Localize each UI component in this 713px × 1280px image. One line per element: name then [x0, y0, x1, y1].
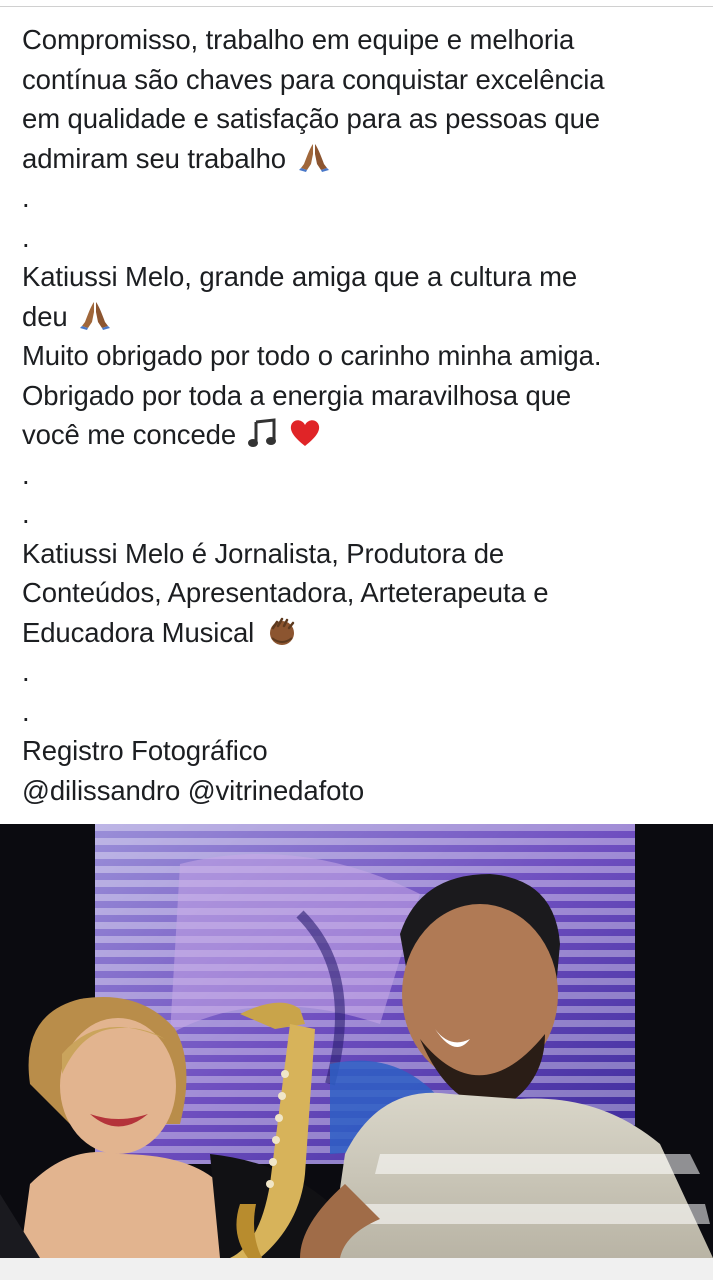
praying-hands-icon: [80, 301, 111, 330]
post-line: em qualidade e satisfação para as pessoa…: [22, 103, 600, 134]
post-line: contínua são chaves para conquistar exce…: [22, 63, 605, 95]
post-line: você me concede: [22, 415, 702, 455]
bottom-bar: [0, 1258, 713, 1280]
praying-hands-icon: [298, 143, 329, 172]
clapping-hands-icon: [269, 617, 294, 645]
red-heart-icon: [291, 420, 320, 446]
post-line: Registro Fotográfico: [22, 735, 268, 766]
music-note-icon: [247, 418, 276, 447]
post-line: .: [22, 182, 30, 213]
post-line: .: [22, 695, 30, 727]
post-photo[interactable]: [0, 824, 713, 1258]
post-line: Conteúdos, Apresentadora, Arteterapeuta …: [22, 577, 549, 608]
post-line: .: [22, 656, 30, 687]
post-line: Educadora Musical: [22, 613, 702, 653]
post-line: admiram seu trabalho: [22, 139, 702, 179]
photo-illustration: [0, 824, 713, 1258]
top-divider: [0, 0, 713, 7]
post-line: Obrigado por toda a energia maravilhosa …: [22, 379, 572, 411]
post-line: deu: [22, 297, 702, 337]
post-line[interactable]: @dilissandro @vitrinedafoto: [22, 771, 702, 811]
post-line: .: [22, 458, 30, 490]
post-line: Compromisso, trabalho em equipe e melhor…: [22, 24, 575, 55]
post-line: Katiussi Melo é Jornalista, Produtora de: [22, 537, 505, 569]
post-line: Katiussi Melo, grande amiga que a cultur…: [22, 261, 578, 292]
post-line: .: [22, 498, 30, 529]
post-line: Muito obrigado por todo o carinho minha …: [22, 340, 602, 371]
post-line: .: [22, 221, 30, 253]
post-text: Compromisso, trabalho em equipe e melhor…: [22, 20, 702, 810]
